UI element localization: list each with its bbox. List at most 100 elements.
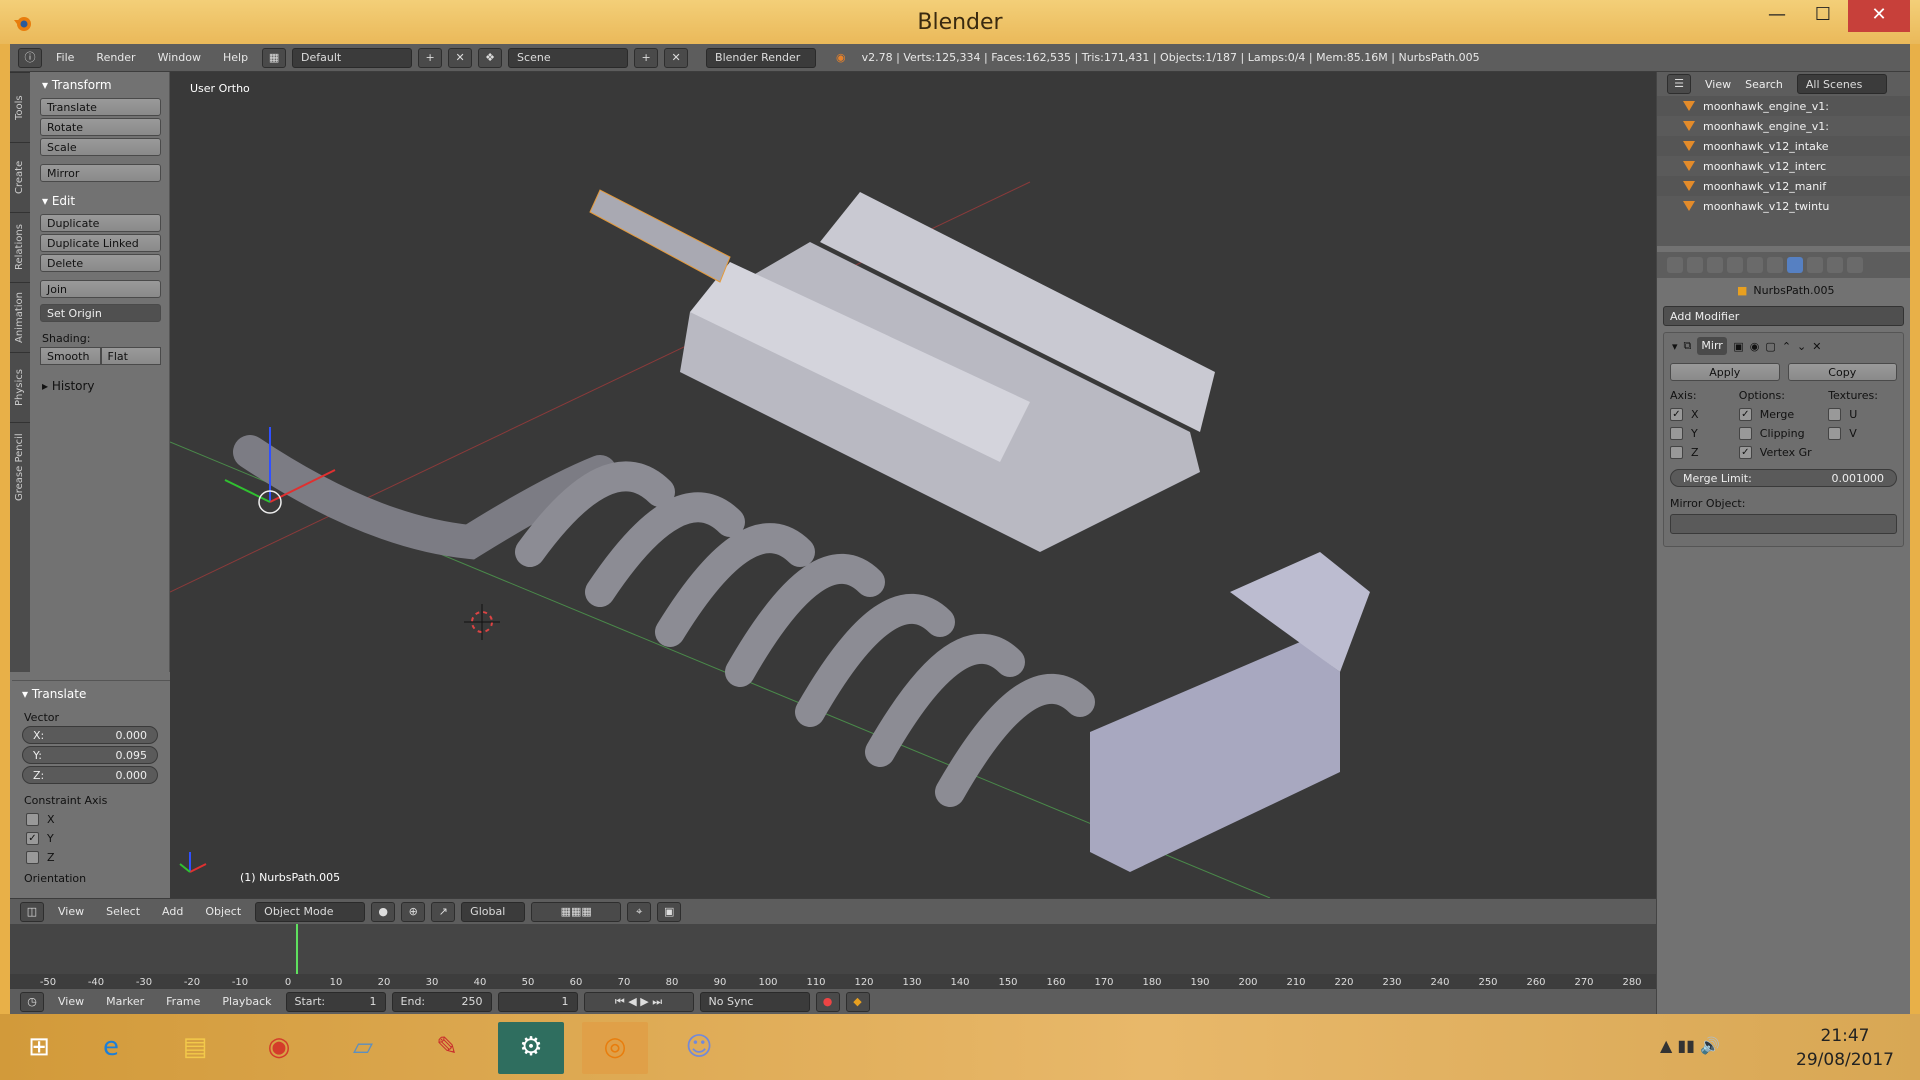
minimize-button[interactable]: —: [1754, 0, 1800, 32]
texture-v-checkbox[interactable]: V: [1828, 427, 1897, 440]
pivot-icon[interactable]: ⊕: [401, 901, 426, 922]
layout-icon[interactable]: ▦: [262, 47, 287, 68]
tab-tools[interactable]: Tools: [10, 72, 30, 142]
scene-icon[interactable]: ❖: [478, 47, 503, 68]
menu-help[interactable]: Help: [215, 51, 256, 64]
windows-start-icon[interactable]: ⊞: [6, 1022, 72, 1074]
copy-button[interactable]: Copy: [1787, 363, 1897, 381]
editor-type-timeline-icon[interactable]: ◷: [20, 991, 44, 1012]
axis-z-checkbox[interactable]: Z: [1670, 446, 1739, 459]
playback-menu[interactable]: Playback: [214, 995, 279, 1008]
outliner-item[interactable]: moonhawk_v12_interc: [1657, 156, 1910, 176]
scene-tab-icon[interactable]: [1707, 257, 1723, 273]
modifiers-tab-icon[interactable]: [1787, 257, 1803, 273]
display-mode-select[interactable]: All Scenes: [1796, 74, 1887, 94]
constraint-z-checkbox[interactable]: Z: [26, 851, 158, 864]
manipulator-icon[interactable]: ↗: [431, 901, 456, 922]
outliner-item[interactable]: moonhawk_v12_twintu: [1657, 196, 1910, 216]
constraint-y-checkbox[interactable]: ✓ Y: [26, 832, 158, 845]
world-tab-icon[interactable]: [1727, 257, 1743, 273]
vector-x-field[interactable]: X: 0.000: [22, 726, 158, 744]
vector-z-field[interactable]: Z: 0.000: [22, 766, 158, 784]
menu-render[interactable]: Render: [88, 51, 143, 64]
axis-y-checkbox[interactable]: Y: [1670, 427, 1739, 440]
constraints-tab-icon[interactable]: [1767, 257, 1783, 273]
vertex-groups-checkbox[interactable]: ✓ Vertex Gr: [1738, 446, 1828, 459]
outliner-item[interactable]: moonhawk_engine_v1:: [1657, 96, 1910, 116]
outliner-search-menu[interactable]: Search: [1745, 78, 1783, 91]
clipping-checkbox[interactable]: Clipping: [1738, 427, 1828, 440]
flat-button[interactable]: Flat: [100, 347, 161, 365]
timeline-view-menu[interactable]: View: [50, 995, 92, 1008]
3d-viewport[interactable]: User Ortho (1) NurbsPath.005: [170, 72, 1656, 898]
sync-select[interactable]: No Sync: [699, 991, 810, 1012]
remove-modifier-icon[interactable]: ✕: [1812, 340, 1821, 353]
data-tab-icon[interactable]: [1807, 257, 1823, 273]
scene-select[interactable]: Scene: [508, 47, 629, 68]
mode-select[interactable]: Object Mode: [255, 901, 366, 922]
transform-panel-header[interactable]: ▾ Transform: [30, 72, 169, 96]
editor-type-info-icon[interactable]: ⓘ: [18, 47, 42, 68]
smooth-button[interactable]: Smooth: [40, 347, 101, 365]
end-frame-field[interactable]: End: 250: [391, 991, 492, 1012]
layers-icon[interactable]: ▦▦▦: [531, 901, 622, 922]
axis-x-checkbox[interactable]: ✓ X: [1670, 408, 1739, 421]
visibility-toggle-icon[interactable]: ◉: [1750, 340, 1760, 353]
playback-controls-icon[interactable]: ⏮ ◀ ▶ ⏭: [583, 991, 694, 1012]
outliner-item[interactable]: moonhawk_engine_v1:: [1657, 116, 1910, 136]
render-engine-select[interactable]: Blender Render: [706, 47, 817, 68]
tab-grease-pencil[interactable]: Grease Pencil: [10, 422, 30, 512]
outliner-item[interactable]: moonhawk_v12_intake: [1657, 136, 1910, 156]
3d-cursor[interactable]: [464, 604, 500, 640]
close-button[interactable]: ✕: [1848, 0, 1910, 32]
set-origin-dropdown[interactable]: Set Origin: [40, 304, 161, 322]
redo-header[interactable]: ▾ Translate: [12, 681, 170, 705]
render-tab-icon[interactable]: [1667, 257, 1683, 273]
move-up-icon[interactable]: ⌃: [1782, 340, 1791, 353]
discord-icon[interactable]: ☺: [666, 1022, 732, 1074]
tab-animation[interactable]: Animation: [10, 282, 30, 352]
texture-u-checkbox[interactable]: U: [1828, 408, 1897, 421]
timeline[interactable]: -50 -40 -30 -20 -10 0 10 20 30 40 50 60 70 80 90 100 110…: [10, 924, 1656, 988]
chrome-icon[interactable]: ◉: [246, 1022, 312, 1074]
apply-button[interactable]: Apply: [1670, 363, 1780, 381]
clock[interactable]: 21:47 29/08/2017: [1796, 1024, 1894, 1072]
editor-type-outliner-icon[interactable]: ☰: [1667, 74, 1691, 94]
texture-tab-icon[interactable]: [1847, 257, 1863, 273]
keyframe-icon[interactable]: ◆: [845, 991, 870, 1012]
object-tab-icon[interactable]: [1747, 257, 1763, 273]
mirror-object-field[interactable]: [1670, 514, 1897, 534]
ccleaner-icon[interactable]: ✎: [414, 1022, 480, 1074]
history-panel-header[interactable]: ▸ History: [30, 373, 169, 397]
tab-create[interactable]: Create: [10, 142, 30, 212]
editor-type-3dview-icon[interactable]: ◫: [20, 901, 44, 922]
layout-select[interactable]: Default: [292, 47, 413, 68]
render-toggle-icon[interactable]: ▣: [1733, 340, 1743, 353]
add-modifier-dropdown[interactable]: Add Modifier: [1663, 306, 1904, 326]
tab-relations[interactable]: Relations: [10, 212, 30, 282]
orientation-select[interactable]: Global: [461, 901, 526, 922]
vector-y-field[interactable]: Y: 0.095: [22, 746, 158, 764]
viewport-shading-icon[interactable]: ●: [371, 901, 396, 922]
add-scene-icon[interactable]: +: [634, 47, 659, 68]
duplicate-linked-button[interactable]: Duplicate Linked: [40, 234, 161, 252]
maximize-button[interactable]: ☐: [1800, 0, 1846, 32]
collapse-icon[interactable]: ▾: [1672, 340, 1678, 353]
scale-button[interactable]: Scale: [40, 138, 161, 156]
rotate-button[interactable]: Rotate: [40, 118, 161, 136]
internet-explorer-icon[interactable]: e: [78, 1022, 144, 1074]
translate-button[interactable]: Translate: [40, 98, 161, 116]
system-tray-icons[interactable]: ▲ ▮▮ 🔊: [1660, 1036, 1720, 1055]
view-menu[interactable]: View: [50, 905, 92, 918]
duplicate-button[interactable]: Duplicate: [40, 214, 161, 232]
mirror-button[interactable]: Mirror: [40, 164, 161, 182]
object-menu[interactable]: Object: [197, 905, 249, 918]
record-icon[interactable]: ●: [815, 991, 840, 1012]
remove-scene-icon[interactable]: ✕: [664, 47, 689, 68]
remove-layout-icon[interactable]: ✕: [448, 47, 473, 68]
add-menu[interactable]: Add: [154, 905, 191, 918]
start-frame-field[interactable]: Start: 1: [285, 991, 386, 1012]
app-icon[interactable]: ▱: [330, 1022, 396, 1074]
menu-file[interactable]: File: [48, 51, 82, 64]
marker-menu[interactable]: Marker: [98, 995, 152, 1008]
